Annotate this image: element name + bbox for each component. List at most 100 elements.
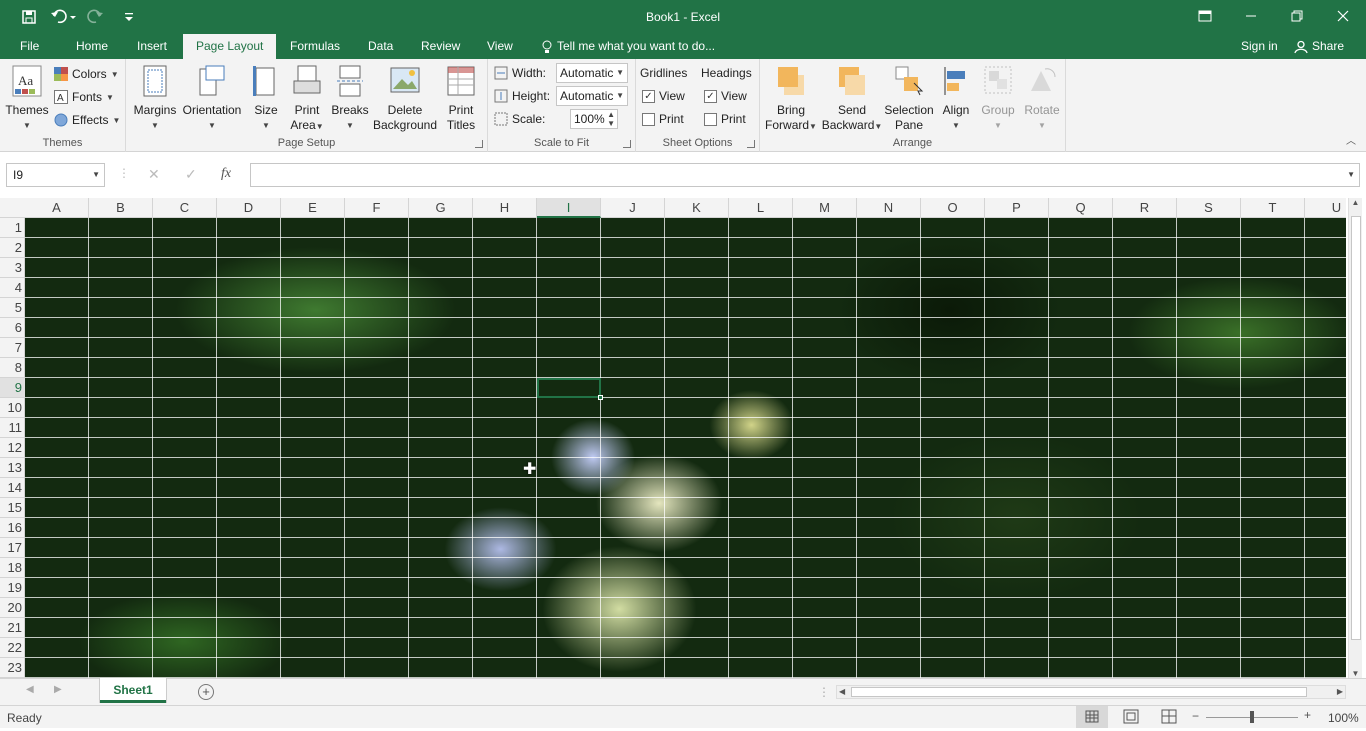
row-header[interactable]: 14 [0,478,25,498]
column-header[interactable]: M [793,198,857,218]
print-area-button[interactable]: Print Area▼ [286,65,328,134]
scroll-up-icon[interactable]: ▲ [1349,198,1362,207]
row-header[interactable]: 23 [0,658,25,678]
close-icon[interactable] [1320,0,1366,32]
confirm-entry-icon[interactable]: ✓ [185,166,197,183]
fill-handle[interactable] [598,395,603,400]
row-header[interactable]: 15 [0,498,25,518]
sheet-tab-sheet1[interactable]: Sheet1 [100,678,166,703]
row-header[interactable]: 19 [0,578,25,598]
row-header[interactable]: 20 [0,598,25,618]
column-header[interactable]: I [537,198,601,218]
tab-data[interactable]: Data [366,34,395,59]
column-header[interactable]: H [473,198,537,218]
column-header[interactable]: N [857,198,921,218]
sign-in-link[interactable]: Sign in [1239,34,1280,59]
cells-area[interactable]: ✚ [25,218,1346,678]
row-header[interactable]: 8 [0,358,25,378]
horizontal-scroll-thumb[interactable] [851,687,1307,697]
selection-pane-button[interactable]: Selection Pane [884,65,934,133]
normal-view-button[interactable] [1076,706,1108,728]
scroll-right-icon[interactable]: ▶ [1337,687,1343,696]
scroll-down-icon[interactable]: ▼ [1349,669,1362,678]
scroll-left-icon[interactable]: ◀ [839,687,845,696]
colors-button[interactable]: Colors ▼ [54,64,119,84]
row-header[interactable]: 1 [0,218,25,238]
column-header[interactable]: T [1241,198,1305,218]
zoom-in-icon[interactable]: + [1304,708,1311,722]
row-header[interactable]: 2 [0,238,25,258]
next-sheet-icon[interactable]: ▶ [54,684,62,695]
collapse-ribbon-icon[interactable]: ︿ [1346,132,1356,147]
page-break-view-button[interactable] [1154,706,1184,728]
row-header[interactable]: 11 [0,418,25,438]
column-header[interactable]: C [153,198,217,218]
height-dropdown[interactable]: Automatic ▼ [556,86,628,106]
rotate-button[interactable]: Rotate ▼ [1022,65,1062,133]
row-header[interactable]: 12 [0,438,25,458]
tell-me-box[interactable]: Tell me what you want to do... [540,34,717,59]
headings-print-checkbox[interactable]: Print [704,109,746,129]
row-header[interactable]: 22 [0,638,25,658]
tab-page-layout[interactable]: Page Layout [183,34,277,59]
row-header[interactable]: 18 [0,558,25,578]
column-header[interactable]: R [1113,198,1177,218]
bring-forward-button[interactable]: Bring Forward▼ [762,65,820,134]
tab-split-handle-icon[interactable]: ⋮ [818,685,830,699]
column-header[interactable]: G [409,198,473,218]
gridlines-print-checkbox[interactable]: Print [642,109,684,129]
row-header[interactable]: 5 [0,298,25,318]
align-button[interactable]: Align ▼ [938,65,974,133]
size-button[interactable]: Size ▼ [250,65,282,133]
column-header[interactable]: O [921,198,985,218]
column-header[interactable]: A [25,198,89,218]
zoom-level[interactable]: 100% [1328,711,1359,725]
row-header[interactable]: 13 [0,458,25,478]
effects-button[interactable]: Effects ▼ [54,110,120,130]
prev-sheet-icon[interactable]: ◀ [26,684,34,695]
row-header[interactable]: 9 [0,378,25,398]
send-backward-button[interactable]: Send Backward▼ [820,65,884,134]
gridlines-view-checkbox[interactable]: ✓ View [642,86,685,106]
column-header[interactable]: L [729,198,793,218]
horizontal-scrollbar[interactable]: ◀ ▶ [836,685,1346,699]
margins-button[interactable]: Margins ▼ [132,65,178,133]
zoom-slider-thumb[interactable] [1250,711,1254,723]
scale-to-fit-launcher-icon[interactable] [623,140,631,148]
zoom-out-icon[interactable]: − [1192,709,1199,723]
column-header[interactable]: E [281,198,345,218]
page-layout-view-button[interactable] [1116,706,1146,728]
fonts-button[interactable]: A Fonts ▼ [54,87,114,107]
column-header[interactable]: S [1177,198,1241,218]
row-header[interactable]: 3 [0,258,25,278]
group-button[interactable]: Group ▼ [978,65,1018,133]
row-header[interactable]: 7 [0,338,25,358]
column-header[interactable]: D [217,198,281,218]
insert-function-icon[interactable]: fx [221,166,231,182]
breaks-button[interactable]: Breaks ▼ [330,65,370,133]
row-header[interactable]: 6 [0,318,25,338]
tab-home[interactable]: Home [74,34,110,59]
name-box[interactable]: I9 ▼ [6,163,105,187]
column-header[interactable]: K [665,198,729,218]
row-header[interactable]: 21 [0,618,25,638]
row-header[interactable]: 16 [0,518,25,538]
delete-background-button[interactable]: Delete Background [372,65,438,133]
column-header[interactable]: J [601,198,665,218]
width-dropdown[interactable]: Automatic ▼ [556,63,628,83]
page-setup-launcher-icon[interactable] [475,140,483,148]
tab-formulas[interactable]: Formulas [288,34,342,59]
vertical-scroll-thumb[interactable] [1351,216,1361,640]
headings-view-checkbox[interactable]: ✓ View [704,86,747,106]
tab-review[interactable]: Review [419,34,462,59]
column-header[interactable]: P [985,198,1049,218]
tab-view[interactable]: View [485,34,515,59]
restore-icon[interactable] [1274,0,1320,32]
vertical-scrollbar[interactable]: ▲ ▼ [1348,198,1362,678]
minimize-icon[interactable] [1228,0,1274,32]
orientation-button[interactable]: Orientation ▼ [180,65,244,133]
new-sheet-icon[interactable]: + [198,684,214,700]
tab-insert[interactable]: Insert [135,34,169,59]
share-button[interactable]: Share [1292,34,1346,59]
row-header[interactable]: 17 [0,538,25,558]
